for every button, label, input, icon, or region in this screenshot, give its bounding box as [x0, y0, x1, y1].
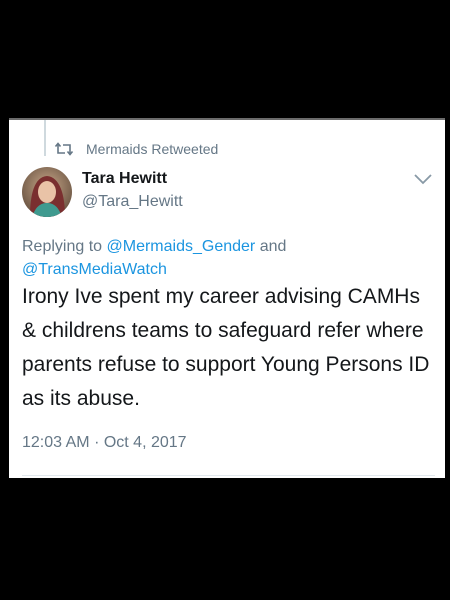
tweet-date: Oct 4, 2017	[103, 434, 187, 451]
replying-to-line: Replying to @Mermaids_Gender and @TransM…	[22, 235, 422, 281]
thread-line	[44, 120, 46, 156]
mention-link-transmediawatch[interactable]: @TransMediaWatch	[22, 261, 167, 278]
timestamp-separator: ·	[94, 434, 100, 451]
replying-conjunction: and	[259, 238, 287, 255]
chevron-down-icon[interactable]	[412, 170, 434, 188]
tweet-time: 12:03 AM	[22, 434, 90, 451]
avatar[interactable]	[22, 167, 72, 217]
retweet-label: Mermaids Retweeted	[86, 141, 219, 157]
tweet-timestamp[interactable]: 12:03 AM · Oct 4, 2017	[22, 434, 187, 452]
replying-to-label: Replying to	[22, 238, 103, 255]
divider	[22, 475, 435, 476]
retweet-icon	[54, 142, 74, 156]
retweet-context[interactable]: Mermaids Retweeted	[54, 140, 218, 158]
mention-link-mermaids[interactable]: @Mermaids_Gender	[107, 238, 256, 255]
tweet-text: Irony Ive spent my career advising CAMHs…	[22, 285, 430, 410]
tweet-card: Mermaids Retweeted Tara Hewitt @Tara_Hew…	[9, 120, 445, 478]
author-handle[interactable]: @Tara_Hewitt	[82, 193, 183, 211]
author-name[interactable]: Tara Hewitt	[82, 170, 167, 188]
